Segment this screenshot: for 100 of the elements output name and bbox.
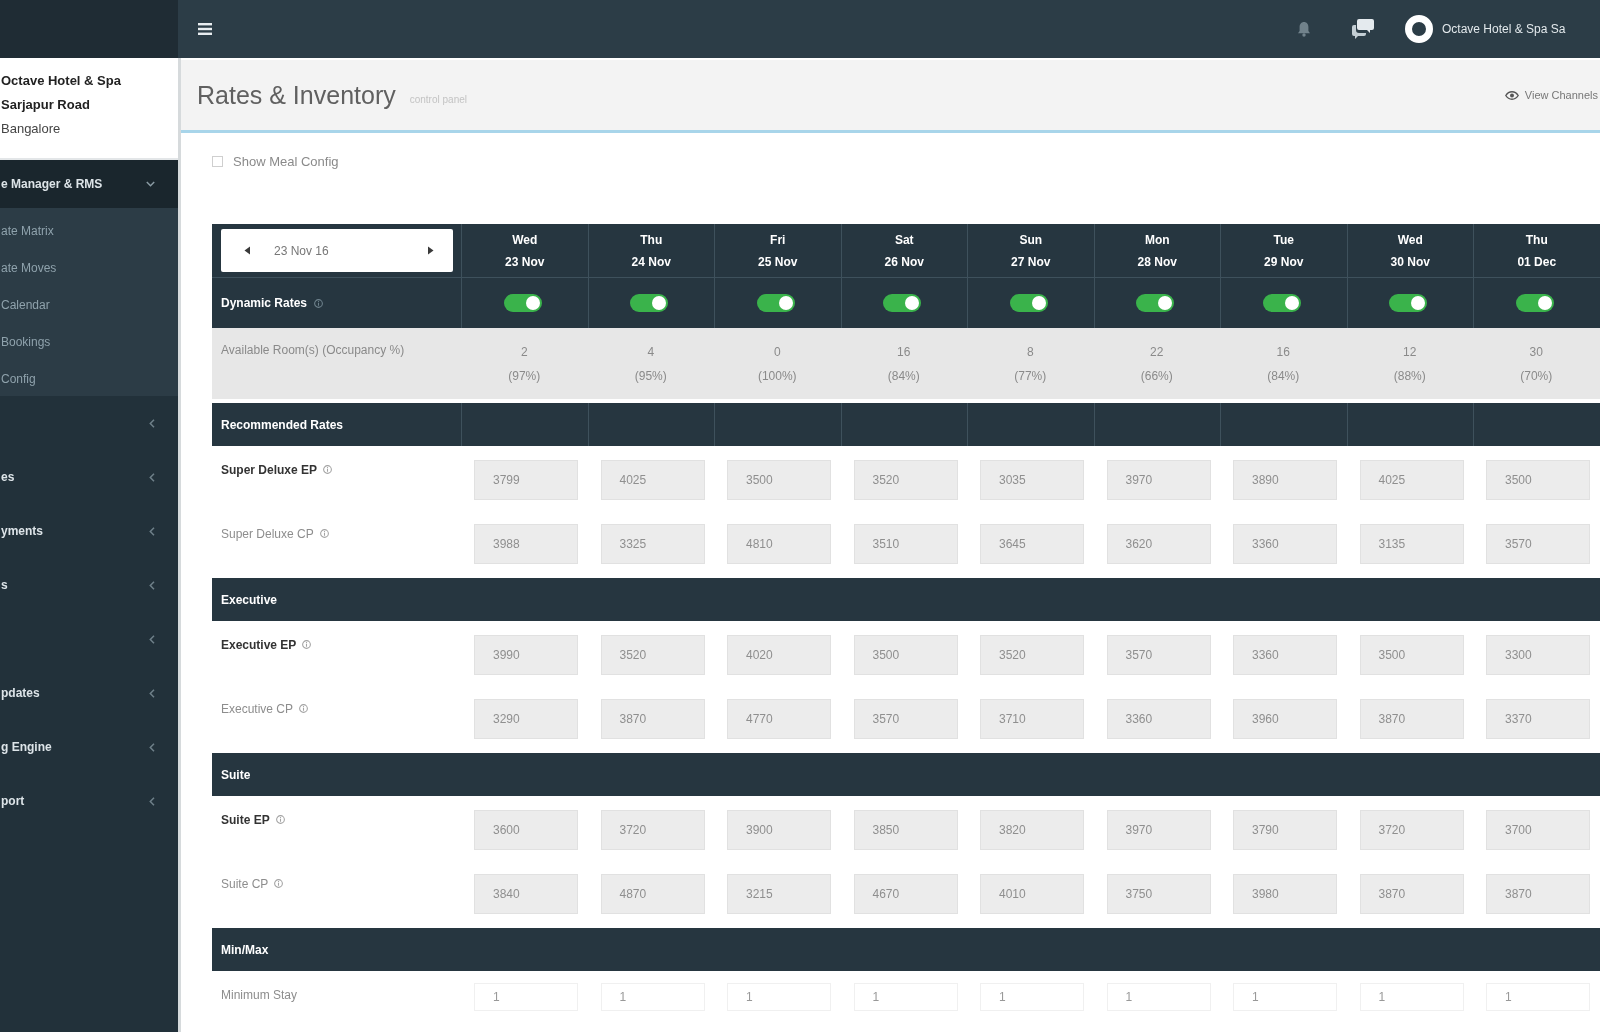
rate-field[interactable]: 3870 — [600, 699, 705, 739]
rate-field[interactable]: 3870 — [1359, 874, 1464, 914]
number-field[interactable]: 1 — [474, 983, 578, 1011]
rate-field[interactable]: 3980 — [1233, 874, 1337, 914]
toggle-switch[interactable] — [1009, 294, 1048, 312]
rate-field[interactable]: 3520 — [980, 635, 1084, 675]
rate-field[interactable]: 3900 — [727, 810, 831, 850]
submenu-item[interactable]: Bookings — [0, 323, 59, 360]
rate-field[interactable]: 3510 — [853, 524, 958, 564]
rate-field[interactable]: 3750 — [1106, 874, 1211, 914]
rate-field[interactable]: 3500 — [1486, 460, 1590, 500]
rate-field[interactable]: 4810 — [727, 524, 831, 564]
sidebar-item[interactable]: e Manager & RMS — [0, 160, 178, 208]
toggle-switch[interactable] — [1262, 294, 1301, 312]
rate-field[interactable]: 4020 — [727, 635, 831, 675]
menu-icon[interactable] — [198, 23, 212, 35]
number-field[interactable]: 1 — [1233, 983, 1337, 1011]
chat-icon[interactable] — [1351, 18, 1375, 40]
rate-field[interactable]: 3370 — [1486, 699, 1590, 739]
rate-field[interactable]: 3970 — [1106, 810, 1211, 850]
rate-field[interactable]: 3500 — [853, 635, 958, 675]
rate-field[interactable]: 3990 — [474, 635, 578, 675]
toggle-switch[interactable] — [1389, 294, 1428, 312]
rooms-count: 0 — [773, 343, 781, 361]
rate-field[interactable]: 3720 — [600, 810, 705, 850]
number-field[interactable]: 1 — [600, 983, 705, 1011]
rate-field[interactable]: 3790 — [1233, 810, 1337, 850]
rate-field[interactable]: 3360 — [1233, 635, 1337, 675]
rate-field[interactable]: 3850 — [853, 810, 958, 850]
rate-field[interactable]: 4770 — [727, 699, 831, 739]
rate-field[interactable]: 4010 — [980, 874, 1084, 914]
rate-field[interactable]: 3570 — [1486, 524, 1590, 564]
rate-field[interactable]: 3645 — [980, 524, 1084, 564]
occupancy-percent: (88%) — [1393, 367, 1426, 385]
sidebar-item[interactable]: yments — [0, 504, 178, 558]
number-field[interactable]: 1 — [727, 983, 831, 1011]
rate-field[interactable]: 3799 — [474, 460, 578, 500]
number-field[interactable]: 1 — [1486, 983, 1590, 1011]
sidebar-item[interactable]: port — [0, 774, 178, 828]
rate-field[interactable]: 3870 — [1486, 874, 1590, 914]
rate-field[interactable]: 3135 — [1359, 524, 1464, 564]
rate-field[interactable]: 4025 — [1359, 460, 1464, 500]
rate-field[interactable]: 3325 — [600, 524, 705, 564]
rate-field[interactable]: 3988 — [474, 524, 578, 564]
view-link[interactable]: View Channels — [1524, 89, 1598, 101]
rate-field[interactable]: 3570 — [1106, 635, 1211, 675]
rate-field[interactable]: 3300 — [1486, 635, 1590, 675]
arrow-right-icon[interactable] — [426, 246, 435, 255]
rate-field[interactable]: 3700 — [1486, 810, 1590, 850]
rate-field[interactable]: 3520 — [600, 635, 705, 675]
rate-field[interactable]: 3290 — [474, 699, 578, 739]
rate-field[interactable]: 3215 — [727, 874, 831, 914]
toggle-switch[interactable] — [1136, 294, 1175, 312]
rate-field[interactable]: 4025 — [600, 460, 705, 500]
date-picker[interactable]: 23 Nov 16 — [221, 229, 453, 272]
user-name[interactable]: Octave Hotel & Spa Sa — [1442, 22, 1592, 36]
number-field[interactable]: 1 — [1106, 983, 1211, 1011]
rate-field[interactable]: 3620 — [1106, 524, 1211, 564]
rate-field[interactable]: 3870 — [1359, 699, 1464, 739]
submenu-item[interactable]: Calendar — [0, 286, 58, 323]
rate-field[interactable]: 3360 — [1233, 524, 1337, 564]
chevron-left-icon — [149, 688, 155, 698]
eye-icon[interactable] — [1504, 90, 1519, 100]
toggle-switch[interactable] — [883, 294, 922, 312]
rate-field[interactable]: 3600 — [474, 810, 578, 850]
rate-field[interactable]: 3500 — [1359, 635, 1464, 675]
rate-field[interactable]: 3890 — [1233, 460, 1337, 500]
toggle-switch[interactable] — [1515, 294, 1554, 312]
rate-field[interactable]: 3840 — [474, 874, 578, 914]
rate-field[interactable]: 3960 — [1233, 699, 1337, 739]
sidebar-item[interactable]: s — [0, 558, 178, 612]
submenu-item[interactable]: ate Matrix — [0, 212, 62, 249]
arrow-left-icon[interactable] — [243, 246, 252, 255]
rate-field[interactable]: 3710 — [980, 699, 1084, 739]
toggle-switch[interactable] — [756, 294, 795, 312]
number-field[interactable]: 1 — [853, 983, 958, 1011]
checkbox[interactable] — [212, 155, 223, 167]
rate-field[interactable]: 3360 — [1106, 699, 1211, 739]
toggle-switch[interactable] — [630, 294, 669, 312]
bell-icon[interactable] — [1297, 21, 1311, 37]
sidebar-item[interactable]: es — [0, 450, 178, 504]
submenu-item[interactable]: Config — [0, 360, 44, 397]
sidebar-item[interactable]: g Engine — [0, 720, 178, 774]
rate-field[interactable]: 3720 — [1359, 810, 1464, 850]
rate-field[interactable]: 4870 — [600, 874, 705, 914]
toggle-switch[interactable] — [503, 294, 542, 312]
rate-field[interactable]: 3820 — [980, 810, 1084, 850]
rate-field[interactable]: 3520 — [853, 460, 958, 500]
rate-field[interactable]: 3035 — [980, 460, 1084, 500]
chevron-left-icon — [149, 418, 155, 428]
rate-field[interactable]: 4670 — [853, 874, 958, 914]
rate-field[interactable]: 3570 — [853, 699, 958, 739]
avatar-icon[interactable] — [1405, 15, 1433, 43]
number-field[interactable]: 1 — [980, 983, 1084, 1011]
submenu-item[interactable]: ate Moves — [0, 249, 65, 286]
number-field[interactable]: 1 — [1359, 983, 1464, 1011]
sidebar-item[interactable]: pdates — [0, 666, 178, 720]
rate-field[interactable]: 3970 — [1106, 460, 1211, 500]
rate-field[interactable]: 3500 — [727, 460, 831, 500]
date-label: 24 Nov — [631, 253, 671, 271]
